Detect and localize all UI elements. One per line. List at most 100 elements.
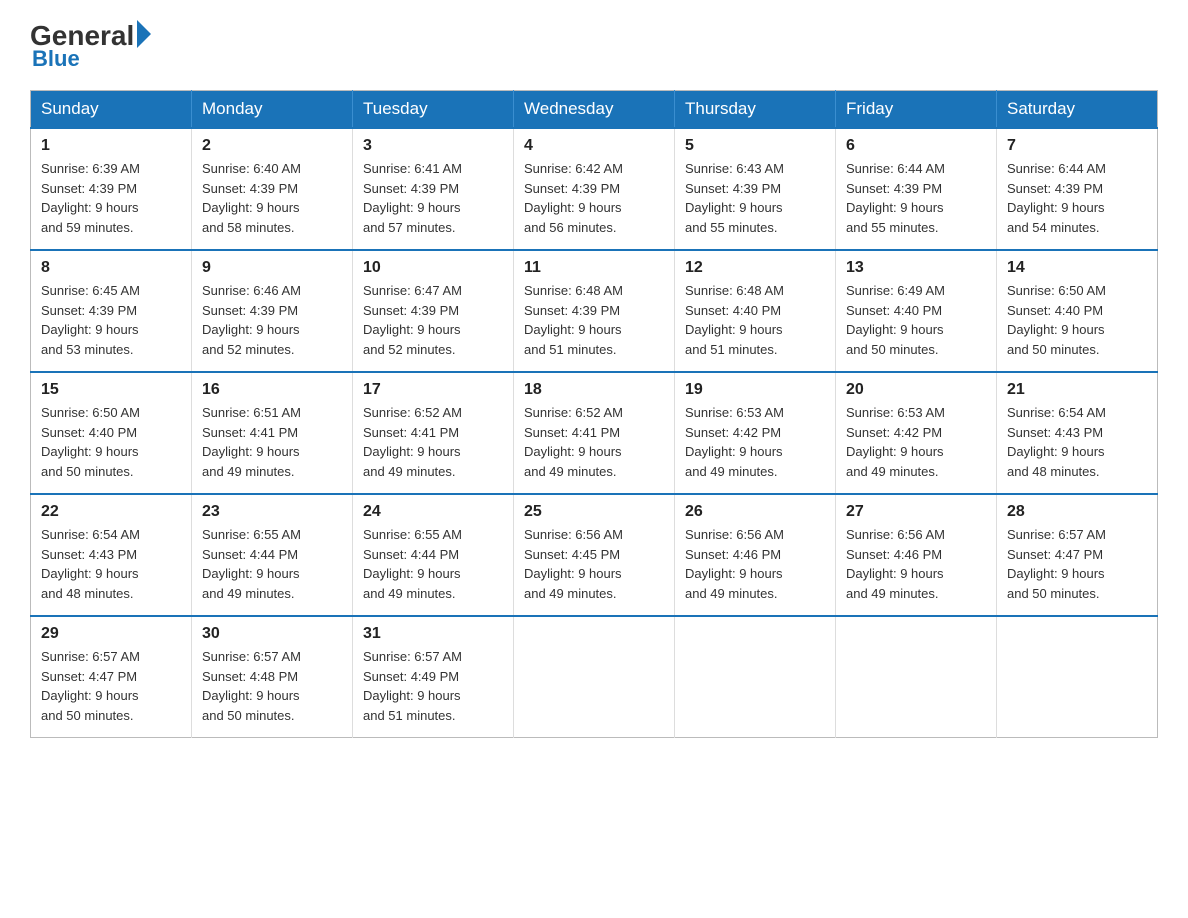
calendar-cell: 10 Sunrise: 6:47 AM Sunset: 4:39 PM Dayl…	[353, 250, 514, 372]
day-number: 28	[1007, 503, 1147, 521]
day-info: Sunrise: 6:40 AM Sunset: 4:39 PM Dayligh…	[202, 159, 342, 237]
calendar-cell	[514, 616, 675, 738]
day-info: Sunrise: 6:57 AM Sunset: 4:48 PM Dayligh…	[202, 647, 342, 725]
day-number: 24	[363, 503, 503, 521]
day-number: 1	[41, 137, 181, 155]
day-info: Sunrise: 6:46 AM Sunset: 4:39 PM Dayligh…	[202, 281, 342, 359]
day-info: Sunrise: 6:47 AM Sunset: 4:39 PM Dayligh…	[363, 281, 503, 359]
day-info: Sunrise: 6:51 AM Sunset: 4:41 PM Dayligh…	[202, 403, 342, 481]
logo-blue-text: Blue	[32, 46, 80, 72]
calendar-cell: 3 Sunrise: 6:41 AM Sunset: 4:39 PM Dayli…	[353, 128, 514, 250]
calendar-week-row: 22 Sunrise: 6:54 AM Sunset: 4:43 PM Dayl…	[31, 494, 1158, 616]
day-number: 8	[41, 259, 181, 277]
day-info: Sunrise: 6:52 AM Sunset: 4:41 PM Dayligh…	[363, 403, 503, 481]
day-number: 15	[41, 381, 181, 399]
calendar-week-row: 15 Sunrise: 6:50 AM Sunset: 4:40 PM Dayl…	[31, 372, 1158, 494]
day-info: Sunrise: 6:43 AM Sunset: 4:39 PM Dayligh…	[685, 159, 825, 237]
calendar-week-row: 29 Sunrise: 6:57 AM Sunset: 4:47 PM Dayl…	[31, 616, 1158, 738]
calendar-cell: 9 Sunrise: 6:46 AM Sunset: 4:39 PM Dayli…	[192, 250, 353, 372]
day-number: 16	[202, 381, 342, 399]
day-number: 26	[685, 503, 825, 521]
calendar-cell: 25 Sunrise: 6:56 AM Sunset: 4:45 PM Dayl…	[514, 494, 675, 616]
logo-triangle-icon	[137, 20, 151, 48]
day-info: Sunrise: 6:42 AM Sunset: 4:39 PM Dayligh…	[524, 159, 664, 237]
calendar-cell	[997, 616, 1158, 738]
day-info: Sunrise: 6:41 AM Sunset: 4:39 PM Dayligh…	[363, 159, 503, 237]
day-info: Sunrise: 6:57 AM Sunset: 4:49 PM Dayligh…	[363, 647, 503, 725]
calendar-cell: 23 Sunrise: 6:55 AM Sunset: 4:44 PM Dayl…	[192, 494, 353, 616]
day-number: 27	[846, 503, 986, 521]
day-info: Sunrise: 6:45 AM Sunset: 4:39 PM Dayligh…	[41, 281, 181, 359]
day-number: 17	[363, 381, 503, 399]
day-info: Sunrise: 6:54 AM Sunset: 4:43 PM Dayligh…	[1007, 403, 1147, 481]
day-info: Sunrise: 6:55 AM Sunset: 4:44 PM Dayligh…	[363, 525, 503, 603]
day-number: 18	[524, 381, 664, 399]
day-number: 10	[363, 259, 503, 277]
weekday-header-wednesday: Wednesday	[514, 91, 675, 129]
calendar-cell: 15 Sunrise: 6:50 AM Sunset: 4:40 PM Dayl…	[31, 372, 192, 494]
calendar-cell: 18 Sunrise: 6:52 AM Sunset: 4:41 PM Dayl…	[514, 372, 675, 494]
calendar-cell: 24 Sunrise: 6:55 AM Sunset: 4:44 PM Dayl…	[353, 494, 514, 616]
calendar-cell: 8 Sunrise: 6:45 AM Sunset: 4:39 PM Dayli…	[31, 250, 192, 372]
day-info: Sunrise: 6:54 AM Sunset: 4:43 PM Dayligh…	[41, 525, 181, 603]
calendar-cell: 29 Sunrise: 6:57 AM Sunset: 4:47 PM Dayl…	[31, 616, 192, 738]
day-info: Sunrise: 6:55 AM Sunset: 4:44 PM Dayligh…	[202, 525, 342, 603]
day-info: Sunrise: 6:56 AM Sunset: 4:46 PM Dayligh…	[846, 525, 986, 603]
weekday-header-monday: Monday	[192, 91, 353, 129]
calendar-cell: 12 Sunrise: 6:48 AM Sunset: 4:40 PM Dayl…	[675, 250, 836, 372]
day-info: Sunrise: 6:48 AM Sunset: 4:40 PM Dayligh…	[685, 281, 825, 359]
weekday-header-saturday: Saturday	[997, 91, 1158, 129]
day-info: Sunrise: 6:52 AM Sunset: 4:41 PM Dayligh…	[524, 403, 664, 481]
calendar-cell: 22 Sunrise: 6:54 AM Sunset: 4:43 PM Dayl…	[31, 494, 192, 616]
calendar-cell: 27 Sunrise: 6:56 AM Sunset: 4:46 PM Dayl…	[836, 494, 997, 616]
calendar-cell: 5 Sunrise: 6:43 AM Sunset: 4:39 PM Dayli…	[675, 128, 836, 250]
day-info: Sunrise: 6:56 AM Sunset: 4:46 PM Dayligh…	[685, 525, 825, 603]
day-number: 2	[202, 137, 342, 155]
day-number: 20	[846, 381, 986, 399]
calendar-cell: 17 Sunrise: 6:52 AM Sunset: 4:41 PM Dayl…	[353, 372, 514, 494]
calendar-header-row: SundayMondayTuesdayWednesdayThursdayFrid…	[31, 91, 1158, 129]
day-number: 31	[363, 625, 503, 643]
weekday-header-tuesday: Tuesday	[353, 91, 514, 129]
calendar-cell: 31 Sunrise: 6:57 AM Sunset: 4:49 PM Dayl…	[353, 616, 514, 738]
calendar-cell: 16 Sunrise: 6:51 AM Sunset: 4:41 PM Dayl…	[192, 372, 353, 494]
day-number: 14	[1007, 259, 1147, 277]
weekday-header-sunday: Sunday	[31, 91, 192, 129]
day-number: 19	[685, 381, 825, 399]
calendar-cell: 20 Sunrise: 6:53 AM Sunset: 4:42 PM Dayl…	[836, 372, 997, 494]
calendar-cell: 28 Sunrise: 6:57 AM Sunset: 4:47 PM Dayl…	[997, 494, 1158, 616]
day-number: 5	[685, 137, 825, 155]
day-number: 3	[363, 137, 503, 155]
day-info: Sunrise: 6:50 AM Sunset: 4:40 PM Dayligh…	[1007, 281, 1147, 359]
day-info: Sunrise: 6:39 AM Sunset: 4:39 PM Dayligh…	[41, 159, 181, 237]
calendar-cell: 30 Sunrise: 6:57 AM Sunset: 4:48 PM Dayl…	[192, 616, 353, 738]
day-number: 22	[41, 503, 181, 521]
calendar-week-row: 8 Sunrise: 6:45 AM Sunset: 4:39 PM Dayli…	[31, 250, 1158, 372]
day-number: 6	[846, 137, 986, 155]
day-number: 11	[524, 259, 664, 277]
calendar-cell: 21 Sunrise: 6:54 AM Sunset: 4:43 PM Dayl…	[997, 372, 1158, 494]
day-info: Sunrise: 6:57 AM Sunset: 4:47 PM Dayligh…	[41, 647, 181, 725]
day-number: 23	[202, 503, 342, 521]
weekday-header-friday: Friday	[836, 91, 997, 129]
calendar-cell: 19 Sunrise: 6:53 AM Sunset: 4:42 PM Dayl…	[675, 372, 836, 494]
calendar-cell: 13 Sunrise: 6:49 AM Sunset: 4:40 PM Dayl…	[836, 250, 997, 372]
day-info: Sunrise: 6:50 AM Sunset: 4:40 PM Dayligh…	[41, 403, 181, 481]
day-info: Sunrise: 6:53 AM Sunset: 4:42 PM Dayligh…	[846, 403, 986, 481]
weekday-header-thursday: Thursday	[675, 91, 836, 129]
day-info: Sunrise: 6:49 AM Sunset: 4:40 PM Dayligh…	[846, 281, 986, 359]
day-info: Sunrise: 6:44 AM Sunset: 4:39 PM Dayligh…	[1007, 159, 1147, 237]
day-number: 7	[1007, 137, 1147, 155]
calendar-cell: 26 Sunrise: 6:56 AM Sunset: 4:46 PM Dayl…	[675, 494, 836, 616]
calendar-cell: 11 Sunrise: 6:48 AM Sunset: 4:39 PM Dayl…	[514, 250, 675, 372]
day-number: 21	[1007, 381, 1147, 399]
day-info: Sunrise: 6:44 AM Sunset: 4:39 PM Dayligh…	[846, 159, 986, 237]
calendar-cell: 4 Sunrise: 6:42 AM Sunset: 4:39 PM Dayli…	[514, 128, 675, 250]
calendar-cell: 14 Sunrise: 6:50 AM Sunset: 4:40 PM Dayl…	[997, 250, 1158, 372]
calendar-cell: 2 Sunrise: 6:40 AM Sunset: 4:39 PM Dayli…	[192, 128, 353, 250]
calendar-cell	[836, 616, 997, 738]
day-number: 9	[202, 259, 342, 277]
calendar-table: SundayMondayTuesdayWednesdayThursdayFrid…	[30, 90, 1158, 738]
calendar-week-row: 1 Sunrise: 6:39 AM Sunset: 4:39 PM Dayli…	[31, 128, 1158, 250]
day-number: 4	[524, 137, 664, 155]
